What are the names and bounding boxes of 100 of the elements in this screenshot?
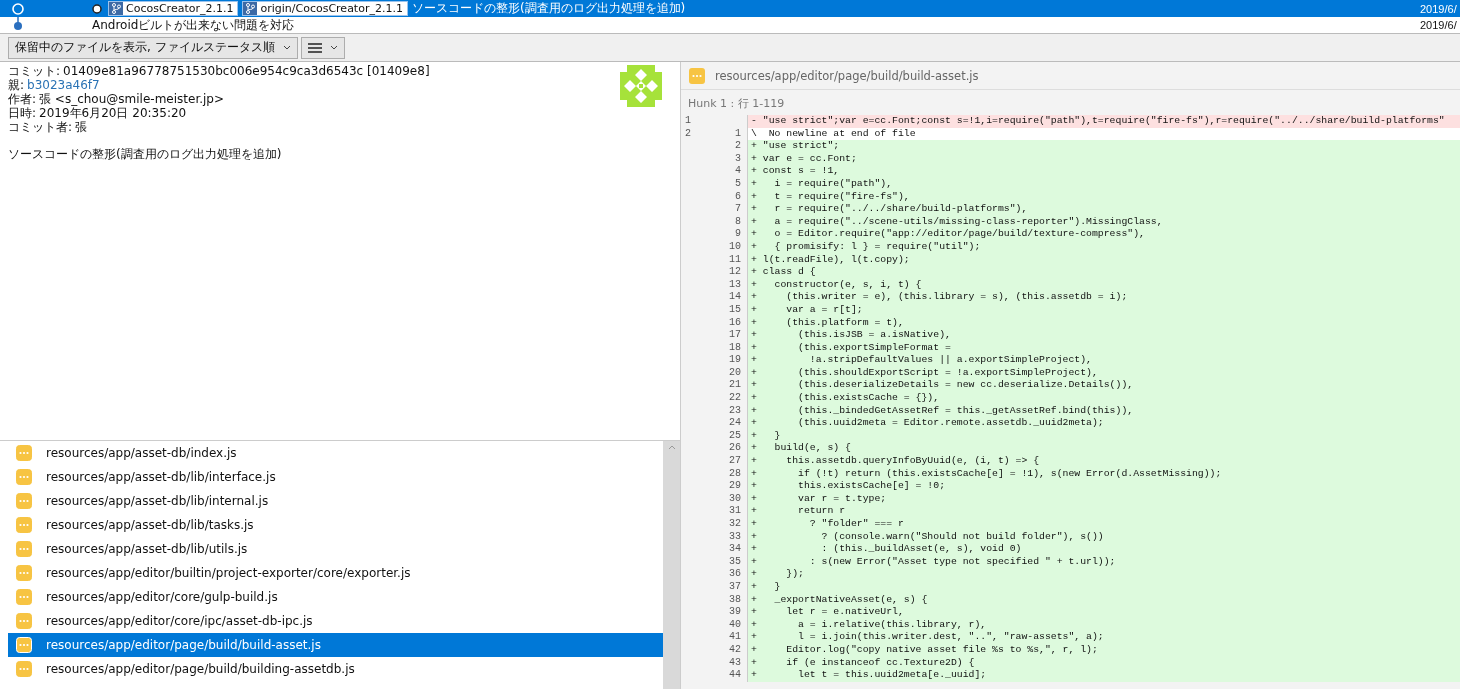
file-list-item[interactable]: resources/app/editor/builtin/project-exporter/core/exporter.js (8, 561, 663, 585)
list-icon (307, 42, 322, 53)
branch-icon (243, 2, 258, 15)
line-number: 2 (685, 127, 691, 139)
line-number: 20 (729, 366, 741, 378)
commit-row[interactable]: CocosCreator_2.1.1 origin/CocosCreator_2.1.1 ソースコードの整形(調査用のログ出力処理を追加) 2019/6/ (0, 0, 1460, 17)
commit-message: ソースコードの整形(調査用のログ出力処理を追加) (411, 0, 686, 17)
branch-name: origin/CocosCreator_2.1.1 (260, 2, 403, 15)
ellipsis-icon (16, 469, 32, 485)
field-value: 01409e81a96778751530bc006e954c9ca3d6543c [01409e8] (63, 64, 430, 78)
line-number: 43 (729, 656, 741, 668)
line-number: 44 (729, 669, 741, 681)
line-number: 38 (729, 593, 741, 605)
line-number: 23 (729, 404, 741, 416)
line-number: 17 (729, 329, 741, 341)
commit-date: 2019/6/ (1420, 19, 1458, 31)
commit-row[interactable]: Androidビルトが出来ない問題を対応 2019/6/ (0, 17, 1460, 33)
line-number: 27 (729, 455, 741, 467)
hunk-header: Hunk 1 : 行 1-119 (687, 96, 786, 112)
line-number: 28 (729, 467, 741, 479)
line-number: 1 (685, 115, 691, 126)
line-number: 15 (729, 303, 741, 315)
line-number: 8 (735, 215, 741, 227)
line-number: 32 (729, 518, 741, 529)
commit-date: 2019/6/ (1420, 2, 1458, 15)
line-number: 9 (735, 228, 741, 240)
line-number: 14 (729, 291, 741, 303)
file-list-item[interactable]: resources/app/asset-db/lib/interface.js (8, 465, 663, 489)
line-number: 30 (729, 492, 741, 504)
line-number: 7 (735, 203, 741, 215)
identicon-drawing (620, 65, 662, 107)
diff-file-path: resources/app/editor/page/build/build-asset.js (715, 69, 979, 83)
line-number: 34 (729, 543, 741, 555)
line-number: 37 (729, 580, 741, 592)
line-number: 2 (735, 140, 741, 152)
graph-node-icon (11, 17, 25, 33)
line-number: 16 (729, 316, 741, 328)
view-mode-dropdown[interactable] (300, 36, 345, 59)
commit-message: Androidビルトが出来ない問題を対応 (92, 16, 295, 34)
line-number: 21 (729, 379, 741, 391)
line-number: 26 (729, 442, 741, 454)
line-number: 18 (729, 341, 741, 353)
line-number: 6 (735, 190, 741, 202)
line-number: 24 (729, 417, 741, 429)
line-number: 3 (735, 152, 741, 164)
line-number: 29 (729, 480, 741, 492)
file-list-item[interactable]: resources/app/asset-db/lib/internal.js (8, 489, 663, 513)
line-number: 39 (729, 606, 741, 618)
file-list-item[interactable]: resources/app/asset-db/lib/tasks.js (8, 513, 663, 537)
caret-icon (329, 44, 338, 51)
line-number: 19 (729, 354, 741, 366)
line-number: 12 (729, 266, 741, 278)
ellipsis-icon (16, 541, 32, 557)
line-number: 22 (729, 392, 741, 404)
ellipsis-icon (16, 565, 32, 581)
file-list-item[interactable]: resources/app/asset-db/lib/utils.js (8, 537, 663, 561)
field-label: コミット者: (8, 120, 73, 134)
file-list-item[interactable]: resources/app/editor/core/gulp-build.js (8, 585, 663, 609)
field-value: 張 <s_chou@smile-meister.jp> (39, 92, 225, 106)
caret-icon (282, 44, 291, 51)
branch-icon (109, 2, 123, 15)
field-label: コミット: (8, 64, 61, 78)
ellipsis-icon (16, 661, 32, 677)
line-number: 31 (729, 505, 741, 517)
line-number: 25 (729, 429, 741, 441)
ellipsis-icon (16, 517, 32, 533)
line-number: 4 (735, 165, 741, 177)
field-value: 張 (75, 120, 88, 134)
graph-node-icon (11, 1, 25, 16)
line-number: 1 (735, 127, 741, 139)
file-list-item[interactable]: resources/app/editor/page/build/build-asset.js (8, 633, 663, 657)
field-label: 親: (8, 78, 25, 92)
file-list-item[interactable]: resources/app/editor/page/build/building-assetdb.js (8, 657, 663, 681)
file-filter-dropdown[interactable]: 保留中のファイルを表示, ファイルステータス順 (8, 36, 298, 59)
line-number: 42 (729, 643, 741, 655)
file-list-item[interactable]: resources/app/editor/core/ipc/asset-db-ipc.js (8, 609, 663, 633)
line-number: 35 (729, 555, 741, 567)
commit-message: ソースコードの整形(調査用のログ出力処理を追加) (8, 146, 283, 163)
line-number: 11 (729, 253, 741, 265)
scrollbar[interactable] (663, 441, 680, 689)
file-list-item[interactable]: resources/app/asset-db/index.js (8, 441, 663, 465)
line-number: 13 (729, 278, 741, 290)
scroll-up-icon[interactable] (667, 445, 676, 450)
parent-commit-link[interactable]: b3023a46f7 (27, 78, 100, 92)
field-label: 作者: (8, 92, 37, 106)
line-number: 33 (729, 530, 741, 542)
field-label: 日時: (8, 106, 37, 120)
line-number: 41 (729, 631, 741, 643)
ellipsis-icon (16, 613, 32, 629)
line-number: 40 (729, 618, 741, 630)
line-number: 5 (735, 177, 741, 189)
ellipsis-icon (16, 637, 32, 653)
ellipsis-icon (16, 589, 32, 605)
line-number: 10 (729, 240, 741, 252)
line-number: 36 (729, 568, 741, 580)
field-value: 2019年6月20日 20:35:20 (39, 106, 187, 120)
ellipsis-icon (16, 493, 32, 509)
ellipsis-icon (689, 68, 705, 84)
ellipsis-icon (16, 445, 32, 461)
branch-name: CocosCreator_2.1.1 (126, 2, 234, 15)
